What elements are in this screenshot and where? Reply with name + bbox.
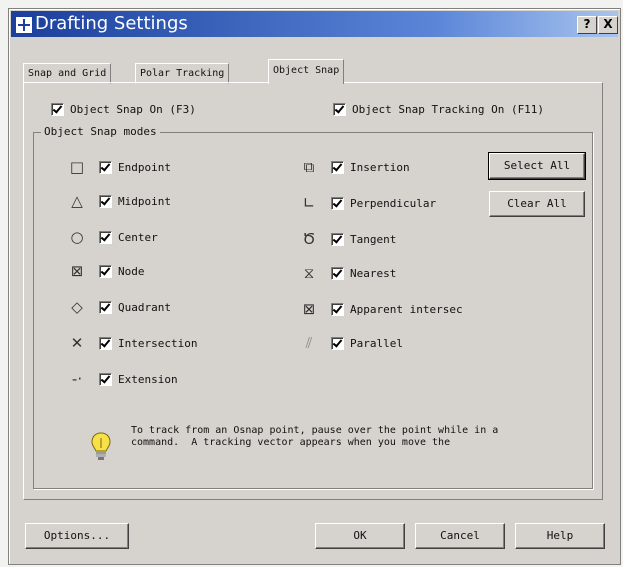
checkbox-box[interactable] xyxy=(99,195,112,208)
checkbox-box[interactable] xyxy=(51,103,64,116)
quadrant-checkbox[interactable]: Quadrant xyxy=(99,301,171,314)
hint-text: To track from an Osnap point, pause over… xyxy=(131,425,499,448)
quadrant-diamond-icon: ◇ xyxy=(71,298,83,316)
perpendicular-checkbox[interactable]: Perpendicular xyxy=(331,197,436,210)
extension-icon: -· xyxy=(71,370,83,388)
endpoint-square-icon: □ xyxy=(69,158,85,176)
intersection-checkbox[interactable]: Intersection xyxy=(99,337,197,350)
nearest-label: Nearest xyxy=(350,267,397,280)
node-checkbox[interactable]: Node xyxy=(99,265,145,278)
checkbox-box[interactable] xyxy=(331,267,344,280)
help-button[interactable]: ? xyxy=(577,16,597,34)
checkbox-box[interactable] xyxy=(331,197,344,210)
insertion-checkbox[interactable]: Insertion xyxy=(331,161,410,174)
extension-label: Extension xyxy=(118,373,178,386)
checkbox-box[interactable] xyxy=(99,373,112,386)
select-all-button[interactable]: Select All xyxy=(488,152,586,180)
center-checkbox[interactable]: Center xyxy=(99,231,158,244)
nearest-checkbox[interactable]: Nearest xyxy=(331,267,396,280)
quadrant-label: Quadrant xyxy=(118,301,171,314)
checkbox-box[interactable] xyxy=(99,161,112,174)
close-button[interactable]: X xyxy=(598,16,618,34)
ok-button[interactable]: OK xyxy=(315,523,405,549)
checkbox-box[interactable] xyxy=(331,233,344,246)
checkbox-box[interactable] xyxy=(331,303,344,316)
apparent-intersection-label: Apparent intersec xyxy=(350,303,463,316)
help-footer-button[interactable]: Help xyxy=(515,523,605,549)
extension-checkbox[interactable]: Extension xyxy=(99,373,178,386)
parallel-icon: ⫽ xyxy=(305,334,313,352)
intersection-label: Intersection xyxy=(118,337,198,350)
drafting-settings-dialog: Drafting Settings ? X Snap and Grid Pola… xyxy=(8,8,621,565)
cancel-button[interactable]: Cancel xyxy=(415,523,505,549)
tangent-icon: Ծ xyxy=(302,230,316,248)
checkbox-box[interactable] xyxy=(99,265,112,278)
checkbox-box[interactable] xyxy=(99,337,112,350)
object-snap-tracking-label: Object Snap Tracking On (F11) xyxy=(352,103,545,116)
checkbox-box[interactable] xyxy=(331,161,344,174)
checkbox-box[interactable] xyxy=(333,103,346,116)
tangent-label: Tangent xyxy=(350,233,397,246)
insertion-label: Insertion xyxy=(350,161,410,174)
insertion-icon: ⧉ xyxy=(303,158,315,176)
node-label: Node xyxy=(118,265,145,278)
tab-polar-tracking[interactable]: Polar Tracking xyxy=(135,63,230,84)
app-icon xyxy=(15,16,33,34)
object-snap-tracking-checkbox[interactable]: Object Snap Tracking On (F11) xyxy=(333,103,544,116)
tab-snap-and-grid[interactable]: Snap and Grid xyxy=(23,63,112,84)
intersection-x-icon: ✕ xyxy=(70,334,84,352)
object-snap-on-label: Object Snap On (F3) xyxy=(70,103,196,116)
tab-object-snap[interactable]: Object Snap xyxy=(268,59,345,84)
nearest-icon: ⧖ xyxy=(303,264,315,282)
node-icon: ⊠ xyxy=(70,262,84,280)
object-snap-on-checkbox[interactable]: Object Snap On (F3) xyxy=(51,103,196,116)
center-circle-icon: ○ xyxy=(70,228,84,246)
checkbox-box[interactable] xyxy=(99,301,112,314)
parallel-checkbox[interactable]: Parallel xyxy=(331,337,403,350)
parallel-label: Parallel xyxy=(350,337,403,350)
midpoint-checkbox[interactable]: Midpoint xyxy=(99,195,171,208)
endpoint-label: Endpoint xyxy=(118,161,171,174)
perpendicular-icon: ∟ xyxy=(302,194,316,212)
apparent-intersection-icon: ⊠ xyxy=(302,300,316,318)
center-label: Center xyxy=(118,231,158,244)
endpoint-checkbox[interactable]: Endpoint xyxy=(99,161,171,174)
clear-all-button[interactable]: Clear All xyxy=(489,191,585,217)
perpendicular-label: Perpendicular xyxy=(350,197,437,210)
title-bar[interactable]: Drafting Settings ? X xyxy=(11,11,618,37)
apparent-intersection-checkbox[interactable]: Apparent intersec xyxy=(331,303,463,316)
options-button[interactable]: Options... xyxy=(25,523,129,549)
midpoint-label: Midpoint xyxy=(118,195,171,208)
lightbulb-icon xyxy=(91,432,111,460)
object-snap-modes-label: Object Snap modes xyxy=(41,125,160,138)
tangent-checkbox[interactable]: Tangent xyxy=(331,233,396,246)
window-title: Drafting Settings xyxy=(35,13,188,34)
checkbox-box[interactable] xyxy=(331,337,344,350)
midpoint-triangle-icon: △ xyxy=(71,192,83,210)
checkbox-box[interactable] xyxy=(99,231,112,244)
